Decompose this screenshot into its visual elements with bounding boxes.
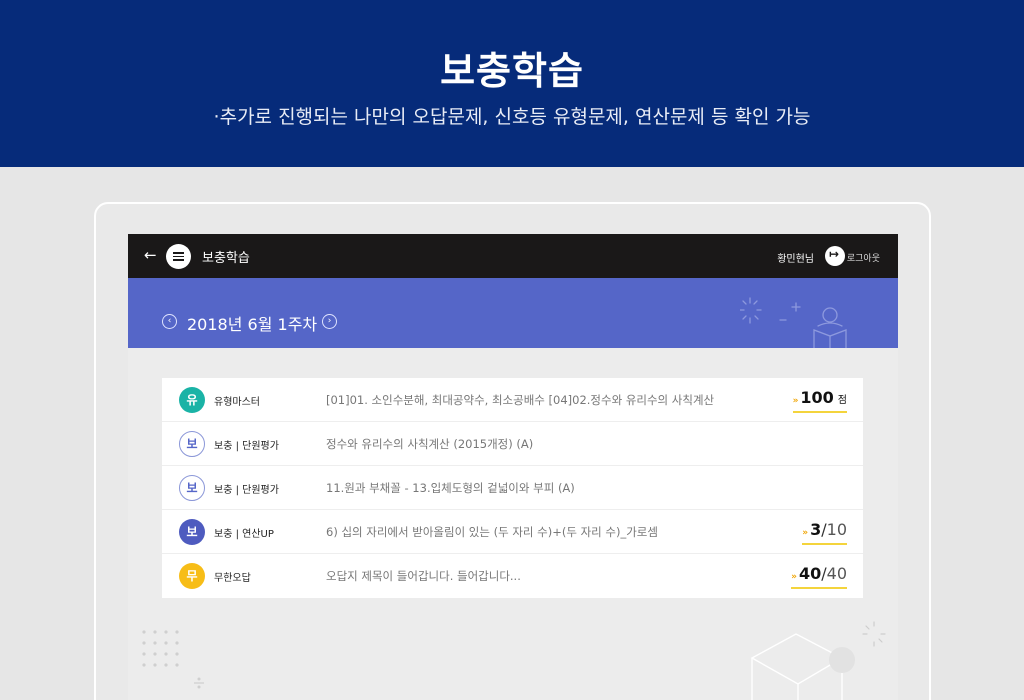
logout-icon-glyph: ↦	[829, 247, 840, 261]
list-item[interactable]: 무 무한오답 오답지 제목이 들어갑니다. 들어갑니다... » 40/40	[162, 554, 863, 598]
user-name: 황민현님	[777, 254, 814, 265]
list-item[interactable]: 보 보충 | 단원평가 11.원과 부채꼴 - 13.입체도형의 겉넓이와 부피…	[162, 466, 863, 510]
row-badge: 보	[179, 519, 205, 545]
app-screen: ← 보충학습 황민현님 ↦ 로그아웃 ‹ 2018년 6월 1주차 › 유 유형…	[128, 234, 898, 700]
banner-subtitle: ·추가로 진행되는 나만의 오답문제, 신호등 유형문제, 연산문제 등 확인 …	[213, 106, 811, 128]
top-banner: 보충학습 ·추가로 진행되는 나만의 오답문제, 신호등 유형문제, 연산문제 …	[0, 0, 1024, 167]
row-badge: 무	[179, 563, 205, 589]
menu-icon[interactable]	[166, 244, 191, 269]
app-bar: ← 보충학습 황민현님 ↦ 로그아웃	[128, 234, 898, 278]
list-item[interactable]: 유 유형마스터 [01]01. 소인수분해, 최대공약수, 최소공배수 [04]…	[162, 378, 863, 422]
progress-total: 10	[826, 520, 847, 539]
row-category: 유형마스터	[214, 397, 260, 408]
row-category: 무한오답	[214, 573, 251, 584]
logout-icon[interactable]: ↦	[825, 246, 845, 266]
reading-student-illustration-icon	[740, 297, 847, 348]
row-category: 보충 | 단원평가	[214, 441, 279, 452]
chevron-double-right-icon: »	[792, 396, 799, 406]
cube-decoration-icon	[750, 621, 886, 700]
row-description: 정수와 유리수의 사칙계산 (2015개정) (A)	[326, 437, 534, 451]
progress-done: 40	[798, 564, 822, 583]
score-value: 100	[800, 388, 834, 407]
week-selector: ‹ 2018년 6월 1주차 ›	[128, 278, 898, 348]
progress-total: 40	[826, 564, 847, 583]
next-week-button[interactable]: ›	[322, 314, 337, 329]
banner-title: 보충학습	[440, 49, 584, 93]
row-badge: 유	[179, 387, 205, 413]
row-description: [01]01. 소인수분해, 최대공약수, 최소공배수 [04]02.정수와 유…	[326, 393, 715, 407]
back-arrow-icon[interactable]: ←	[144, 246, 157, 264]
row-description: 오답지 제목이 들어갑니다. 들어갑니다...	[326, 569, 521, 583]
list-item[interactable]: 보 보충 | 연산UP 6) 십의 자리에서 받아올림이 있는 (두 자리 수)…	[162, 510, 863, 554]
row-badge: 보	[179, 475, 205, 501]
chevron-double-right-icon: »	[791, 572, 797, 582]
list-item[interactable]: 보 보충 | 단원평가 정수와 유리수의 사칙계산 (2015개정) (A)	[162, 422, 863, 466]
score-unit: 점	[837, 395, 847, 406]
app-bar-title: 보충학습	[202, 251, 250, 266]
progress-done: 3	[810, 520, 822, 539]
assignment-list: 유 유형마스터 [01]01. 소인수분해, 최대공약수, 최소공배수 [04]…	[162, 378, 863, 598]
row-description: 11.원과 부채꼴 - 13.입체도형의 겉넓이와 부피 (A)	[326, 481, 575, 495]
row-category: 보충 | 단원평가	[214, 485, 279, 496]
row-category: 보충 | 연산UP	[214, 529, 274, 540]
week-label: 2018년 6월 1주차	[187, 315, 318, 334]
row-score: » 100 점	[792, 388, 847, 413]
row-progress: » 40/40	[791, 565, 847, 589]
logout-button[interactable]: 로그아웃	[847, 251, 880, 264]
row-description: 6) 십의 자리에서 받아올림이 있는 (두 자리 수)+(두 자리 수)_가로…	[326, 525, 658, 539]
chevron-double-right-icon: »	[802, 528, 809, 538]
row-progress: » 3/10	[802, 521, 847, 545]
prev-week-button[interactable]: ‹	[162, 314, 177, 329]
row-badge: 보	[179, 431, 205, 457]
dot-pattern-icon	[142, 630, 204, 689]
